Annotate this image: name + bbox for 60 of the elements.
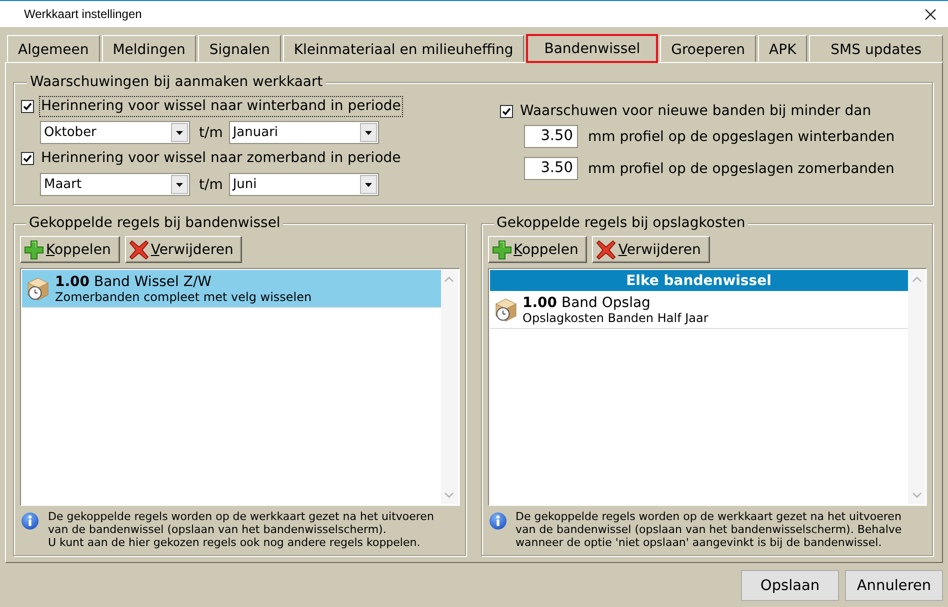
tab[interactable]: Meldingen xyxy=(102,35,196,62)
tab[interactable]: Kleinmateriaal en milieuheffing xyxy=(282,35,524,62)
info-text: U kunt aan de hier gekozen regels ook nog andere regels koppelen. xyxy=(48,536,422,549)
month-dropdown[interactable]: Juni xyxy=(228,173,379,196)
chevron-up-icon xyxy=(444,276,454,283)
info-text: De gekoppelde regels worden op de werkkaart gezet na het uitvoeren van de bandenwissel (opslaan van het bandenwisselscherm). Behalve wanneer de optie 'niet opslaan' aangevinkt is bij de bandenwissel. xyxy=(516,510,903,549)
item-title: 1.00 Band Wissel Z/W xyxy=(55,274,213,290)
number-field[interactable]: 3.50 xyxy=(524,157,578,180)
tab[interactable]: Signalen xyxy=(198,35,281,62)
cancel-button[interactable]: Annuleren xyxy=(845,570,943,601)
tab[interactable]: APK xyxy=(758,35,808,62)
info-icon xyxy=(488,512,506,530)
chevron-up-icon xyxy=(912,276,922,283)
tab[interactable]: SMS updates xyxy=(809,35,943,62)
field-label: mm profiel op de opgeslagen winterbanden xyxy=(588,128,895,144)
tab[interactable]: Algemeen xyxy=(7,35,100,62)
add-button[interactable]: Koppelen xyxy=(488,236,588,263)
scrollbar[interactable] xyxy=(440,270,458,504)
checkbox-label: Herinnering voor wissel naar winterband in periode xyxy=(40,97,402,116)
add-button[interactable]: Koppelen xyxy=(20,236,120,263)
range-separator: t/m xyxy=(199,124,223,140)
checkbox[interactable] xyxy=(500,105,513,118)
close-icon xyxy=(924,8,936,20)
number-field[interactable]: 3.50 xyxy=(524,125,578,148)
remove-button[interactable]: Verwijderen xyxy=(124,236,242,263)
group-title: Waarschuwingen bij aanmaken werkkaart xyxy=(27,74,326,91)
x-mark-icon xyxy=(596,240,616,260)
group-title: Gekoppelde regels bij bandenwissel xyxy=(26,215,284,232)
save-button[interactable]: Opslaan xyxy=(741,570,839,601)
group-header: Elke bandenwissel xyxy=(490,270,908,291)
box-clock-icon xyxy=(25,275,51,302)
item-description: Zomerbanden compleet met velg wisselen xyxy=(55,290,312,304)
range-separator: t/m xyxy=(199,176,223,192)
month-dropdown[interactable]: Maart xyxy=(40,173,190,196)
tab[interactable]: Bandenwissel xyxy=(526,34,658,63)
info-text: De gekoppelde regels worden op de werkkaart gezet na het uitvoeren van de bandenwissel (opslaan van het bandenwisselscherm). xyxy=(48,510,435,536)
rules-list[interactable]: Elke bandenwissel 1.00 Band Opslag Opslagkosten Banden Half Jaar xyxy=(488,268,927,506)
item-title: 1.00 Band Opslag xyxy=(522,294,652,310)
window-title: Werkkaart instellingen xyxy=(24,7,143,21)
scrollbar[interactable] xyxy=(908,270,925,504)
checkbox[interactable] xyxy=(21,152,34,165)
group-title: Gekoppelde regels bij opslagkosten xyxy=(494,215,748,232)
chevron-down-icon xyxy=(444,492,454,499)
chevron-down-icon xyxy=(912,492,922,499)
rules-list[interactable]: 1.00 Band Wissel Z/W Zomerbanden compleet met velg wisselen xyxy=(20,268,460,506)
checkbox[interactable] xyxy=(21,100,34,113)
plus-icon xyxy=(24,240,44,260)
tab[interactable]: Groeperen xyxy=(660,35,756,62)
info-icon xyxy=(21,512,39,530)
field-label: mm profiel op de opgeslagen zomerbanden xyxy=(588,160,894,176)
box-clock-icon xyxy=(492,296,518,323)
checkbox-label: Waarschuwen voor nieuwe banden bij minder dan xyxy=(519,102,872,121)
month-dropdown[interactable]: Januari xyxy=(228,121,379,144)
plus-icon xyxy=(492,240,512,260)
checkbox-label: Herinnering voor wissel naar zomerband in periode xyxy=(40,149,402,168)
x-mark-icon xyxy=(128,240,149,260)
item-description: Opslagkosten Banden Half Jaar xyxy=(522,310,708,324)
list-item[interactable]: 1.00 Band Wissel Z/W Zomerbanden compleet met velg wisselen xyxy=(22,270,440,308)
remove-button[interactable]: Verwijderen xyxy=(592,236,710,263)
month-dropdown[interactable]: Oktober xyxy=(40,121,190,144)
